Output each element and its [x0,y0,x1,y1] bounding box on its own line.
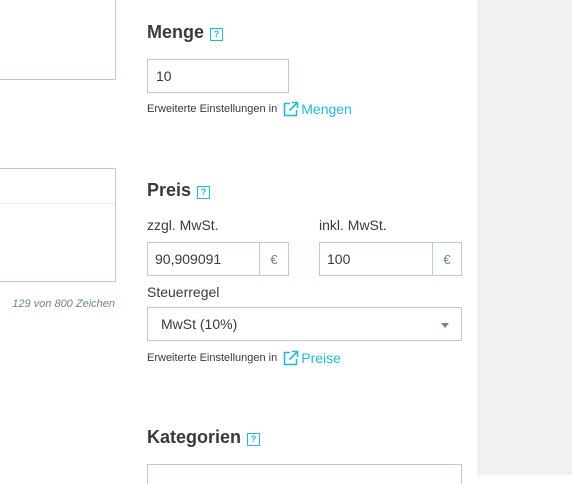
tax-rule-select[interactable]: MwSt (10%) [147,307,462,341]
external-link-icon [283,350,300,366]
external-link-icon [283,101,300,117]
help-icon[interactable]: ? [210,27,224,41]
price-excl-field[interactable]: 90,909091 € [147,242,289,276]
price-advanced-hint: Erweiterte Einstellungen in Preise [147,350,341,366]
quantity-advanced-link-text: Mengen [301,101,352,117]
categories-box[interactable] [147,464,462,484]
price-incl-field[interactable]: 100 € [319,242,462,276]
price-advanced-link[interactable]: Preise [283,350,341,366]
quantity-section-title: Menge ? [147,22,224,43]
quantity-input[interactable]: 10 [147,59,289,93]
description-editor-fragment[interactable] [0,0,116,80]
quantity-advanced-prefix: Erweiterte Einstellungen in [147,103,278,115]
char-counter: 129 von 800 Zeichen [12,298,115,310]
side-panel [477,0,572,475]
help-icon[interactable]: ? [247,432,261,446]
editor-toolbar-divider [0,203,115,204]
currency-addon: € [432,243,461,275]
help-icon[interactable]: ? [197,185,211,199]
price-excl-label: zzgl. MwSt. [147,217,219,233]
tax-rule-value: MwSt (10%) [161,316,238,332]
quantity-advanced-hint: Erweiterte Einstellungen in Mengen [147,101,352,117]
quantity-title-text: Menge [147,22,205,42]
summary-editor-fragment[interactable] [0,168,116,282]
currency-addon: € [259,243,288,275]
quantity-advanced-link[interactable]: Mengen [283,101,352,117]
price-section-title: Preis ? [147,180,211,201]
price-incl-input[interactable]: 100 [320,243,432,275]
chevron-down-icon [441,323,449,328]
price-excl-input[interactable]: 90,909091 [148,243,259,275]
price-advanced-link-text: Preise [301,350,341,366]
price-incl-label: inkl. MwSt. [319,217,387,233]
price-advanced-prefix: Erweiterte Einstellungen in [147,352,278,364]
price-title-text: Preis [147,180,192,200]
categories-section-title: Kategorien ? [147,427,261,448]
tax-rule-label: Steuerregel [147,284,220,300]
categories-title-text: Kategorien [147,427,242,447]
